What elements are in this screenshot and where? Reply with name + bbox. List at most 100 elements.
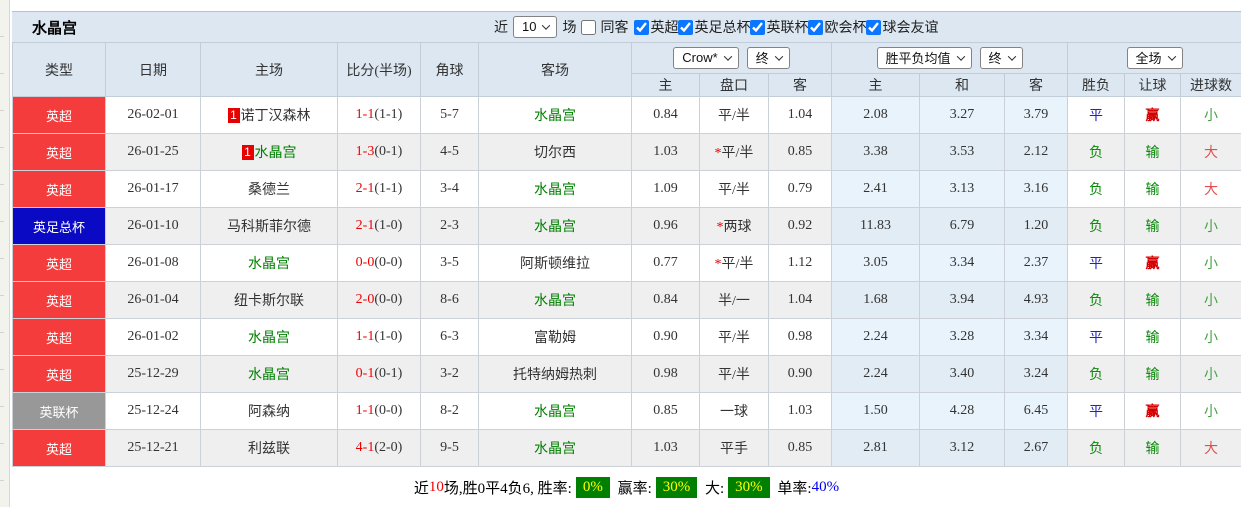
away-odds-cell: 1.03 [768,392,832,430]
table-row: 英足总杯 26-01-10 马科斯菲尔德 2-1(1-0) 2-3 水晶宫 0.96 *两球 0… [12,207,1241,245]
goals-result-cell: 小 [1180,207,1241,245]
match-date: 26-01-02 [105,318,201,356]
match-type-badge: 英超 [12,429,106,467]
filter-checkbox-label: 英联杯 [766,21,809,36]
handicap-name: 平/半 [718,368,750,383]
sub-col-avg-draw: 和 [919,73,1005,97]
filter-checkbox-item[interactable]: 英超 [634,17,678,37]
table-row: 英超 26-01-25 1 水晶宫 1-3(0-1) 4-5 切尔西 1.03 *平/半 0.85… [12,133,1241,171]
sub-col-avg-home: 主 [831,73,920,97]
table-row: 英超 26-01-02 水晶宫 1-1(1-0) 6-3 富勒姆 0.90 平/半 0.98 2.… [12,318,1241,356]
avg-away-odds-cell: 6.45 [1003,392,1069,430]
bookmaker-select[interactable]: Crow* [673,47,739,69]
col-header-date: 日期 [105,42,201,97]
avg-draw-odds-cell: 3.27 [919,96,1005,134]
home-odds-cell: 0.90 [631,318,700,356]
summary-segment: 场,胜0平4负6, 胜率: [443,481,572,497]
filter-checkbox-label: 同客 [600,21,629,36]
summary-segment: 10 [428,479,444,495]
filter-checkbox-item[interactable]: 欧会杯 [808,17,866,37]
home-team-name: 桑德兰 [248,183,290,198]
chevron-down-icon [1167,51,1176,61]
match-date: 26-01-17 [105,170,201,208]
home-odds-cell: 0.84 [631,96,700,134]
goals-result-cell: 大 [1180,133,1241,171]
handicap-cell: 平/半 [699,318,769,356]
half-time-score: (1-0) [374,329,403,344]
filter-checkbox[interactable] [866,19,882,35]
chevron-down-icon [956,51,965,61]
filter-checkbox-item[interactable]: 英足总杯 [678,17,750,37]
avg-away-odds-cell: 4.93 [1003,281,1069,319]
match-type-badge: 英超 [12,244,106,282]
result-cell: 负 [1067,281,1126,319]
table-row: 英超 26-01-04 纽卡斯尔联 2-0(0-0) 8-6 水晶宫 0.84 半/一 1.04… [12,281,1241,319]
full-time-score: 0-0 [355,255,375,270]
col-header-score: 比分(半场) [337,42,421,97]
handicap-result-cell: 输 [1124,281,1182,319]
handicap-result-cell: 赢 [1124,244,1182,282]
summary-segment: 30% [728,477,770,498]
match-type-badge: 英超 [12,96,106,134]
handicap-change-star: * [714,146,722,161]
handicap-cell: 一球 [699,392,769,430]
chevron-down-icon [542,20,551,30]
result-cell: 平 [1067,244,1126,282]
away-team-cell: 切尔西 [478,133,632,171]
filter-checkbox[interactable] [678,19,694,35]
result-cell: 平 [1067,96,1126,134]
full-time-score: 2-1 [355,181,375,196]
handicap-cell: *平/半 [699,244,769,282]
avg-away-odds-cell: 1.20 [1003,207,1069,245]
home-team-cell: 水晶宫 [200,355,338,393]
col-header-home: 主场 [200,42,338,97]
handicap-cell: *两球 [699,207,769,245]
full-time-score: 1-1 [355,107,375,122]
away-odds-cell: 1.04 [768,96,832,134]
score-cell: 1-3(0-1) [337,133,421,171]
avg-home-odds-cell: 1.68 [831,281,920,319]
result-cell: 负 [1067,355,1126,393]
filter-checkbox-item[interactable]: 球会友谊 [866,17,938,37]
filter-checkbox[interactable] [750,19,766,35]
avg-away-odds-cell: 3.16 [1003,170,1069,208]
corners-cell: 3-2 [420,355,479,393]
away-team-cell: 水晶宫 [478,392,632,430]
handicap-name: 平/半 [721,257,754,272]
away-team-name: 水晶宫 [534,183,576,198]
table-row: 英联杯 25-12-24 阿森纳 1-1(0-0) 8-2 水晶宫 0.85 一球 1.03 1.… [12,392,1241,430]
result-cell: 平 [1067,318,1126,356]
half-time-score: (1-1) [374,107,403,122]
filter-checkbox[interactable] [581,19,597,35]
goals-result-cell: 小 [1180,355,1241,393]
filter-checkbox-item[interactable]: 英联杯 [750,17,808,37]
scope-select[interactable]: 全场 [1126,47,1183,69]
away-team-cell: 水晶宫 [478,281,632,319]
home-team-name: 利兹联 [248,442,290,457]
match-date: 25-12-29 [105,355,201,393]
match-date: 25-12-21 [105,429,201,467]
result-cell: 平 [1067,392,1126,430]
sub-col-handicap-result: 让球 [1124,73,1182,97]
bookmaker-period-select[interactable]: 终 [746,47,790,69]
handicap-result-cell: 输 [1124,429,1182,467]
sub-col-handicap: 盘口 [699,73,769,97]
handicap-cell: 平/半 [699,355,769,393]
summary-segment: 30% [655,477,698,498]
col-header-corners: 角球 [420,42,479,97]
sub-col-odds-away: 客 [768,73,832,97]
filter-checkbox[interactable] [808,19,824,35]
recent-count-select[interactable]: 10 [513,16,558,38]
table-row: 英超 26-01-17 桑德兰 2-1(1-1) 3-4 水晶宫 1.09 平/半 0.79 2.… [12,170,1241,208]
filter-checkbox-item[interactable]: 同客 [581,17,628,37]
full-time-score: 0-1 [355,366,375,381]
filter-checkbox[interactable] [634,19,650,35]
chevron-down-icon [774,51,783,61]
avg-odds-select[interactable]: 胜平负均值 [876,47,972,69]
score-cell: 2-1(1-0) [337,207,421,245]
recent-label: 近 [494,21,508,36]
away-odds-cell: 0.79 [768,170,832,208]
away-team-name: 富勒姆 [534,331,576,346]
goals-result-cell: 小 [1180,96,1241,134]
avg-period-select[interactable]: 终 [979,47,1023,69]
